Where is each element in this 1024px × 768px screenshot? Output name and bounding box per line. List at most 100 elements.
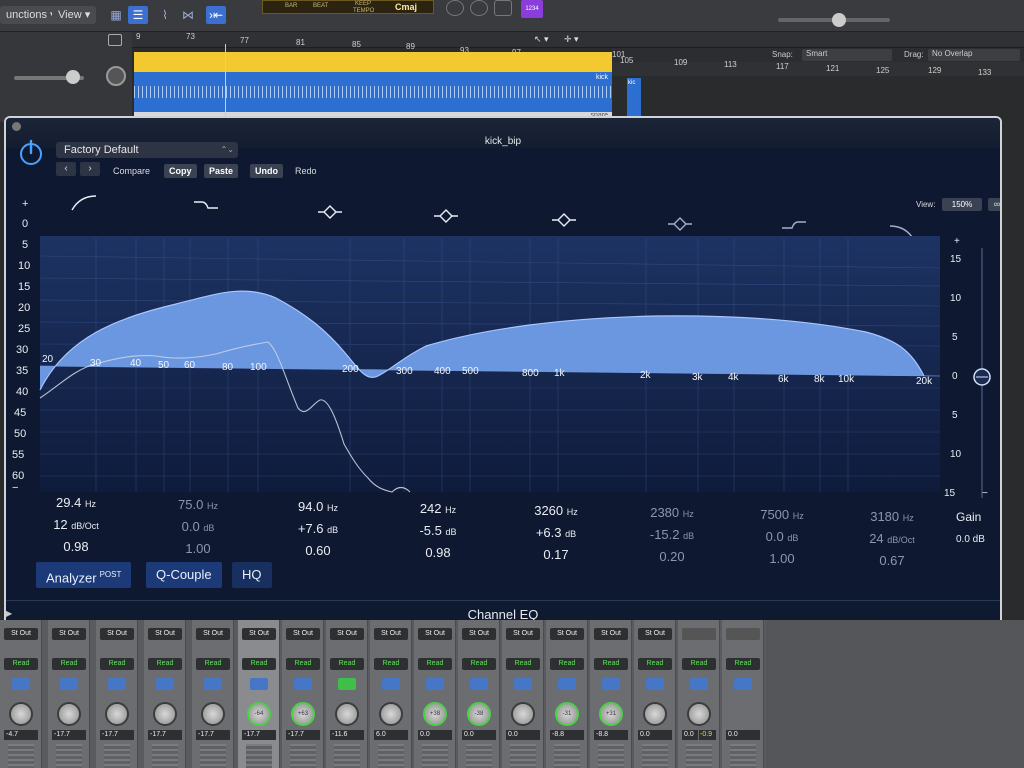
output-slot[interactable]: St Out bbox=[418, 628, 452, 640]
kick-region[interactable]: kick bbox=[134, 72, 612, 112]
volume-fader[interactable] bbox=[686, 744, 712, 768]
output-slot[interactable]: St Out bbox=[638, 628, 672, 640]
track-options-icon[interactable] bbox=[108, 34, 122, 46]
catch-playhead-icon[interactable]: ›⇤ bbox=[206, 6, 226, 24]
band-4-gain[interactable]: -5.5 dB bbox=[388, 520, 488, 542]
band-7-q[interactable]: 1.00 bbox=[732, 548, 832, 570]
eq-thumbnail-icon[interactable] bbox=[156, 678, 174, 690]
volume-fader[interactable] bbox=[510, 744, 536, 768]
pan-knob[interactable] bbox=[57, 702, 81, 726]
pan-knob[interactable]: -38 bbox=[467, 702, 491, 726]
volume-fader[interactable] bbox=[422, 744, 448, 768]
pointer-tool-icon[interactable]: ↖ ▾ bbox=[534, 34, 549, 45]
volume-fader[interactable] bbox=[378, 744, 404, 768]
output-slot[interactable]: St Out bbox=[550, 628, 584, 640]
automation-mode[interactable]: Read bbox=[330, 658, 364, 670]
eq-thumbnail-icon[interactable] bbox=[470, 678, 488, 690]
volume-value[interactable]: -17.7 bbox=[242, 730, 276, 740]
volume-fader[interactable] bbox=[554, 744, 580, 768]
band-8-freq[interactable]: 3180 Hz bbox=[842, 506, 942, 528]
automation-mode[interactable]: Read bbox=[638, 658, 672, 670]
automation-mode[interactable]: Read bbox=[594, 658, 628, 670]
volume-fader[interactable] bbox=[152, 744, 178, 768]
hq-button[interactable]: HQ bbox=[232, 562, 272, 588]
output-slot[interactable]: St Out bbox=[374, 628, 408, 640]
volume-value[interactable]: -17.7 bbox=[52, 730, 86, 740]
band-7-gain[interactable]: 0.0 dB bbox=[732, 526, 832, 548]
automation-mode[interactable]: Read bbox=[726, 658, 760, 670]
output-slot[interactable] bbox=[726, 628, 760, 640]
eq-thumbnail-icon[interactable] bbox=[426, 678, 444, 690]
bar-ruler[interactable]: 9 73 77 81 85 89 93 97 ↖ ▾ ✛ ▾ bbox=[132, 32, 1024, 57]
band-8-gain[interactable]: 24 dB/Oct bbox=[842, 528, 942, 550]
band-5-freq[interactable]: 3260 Hz bbox=[506, 500, 606, 522]
snap-select[interactable]: Smart bbox=[802, 49, 892, 61]
band-6-params[interactable]: 2380 Hz -15.2 dB 0.20 bbox=[622, 502, 722, 568]
band-3-params[interactable]: 94.0 Hz +7.6 dB 0.60 bbox=[268, 496, 368, 562]
band-3-freq[interactable]: 94.0 Hz bbox=[268, 496, 368, 518]
pan-knob[interactable]: +63 bbox=[291, 702, 315, 726]
band-6-q[interactable]: 0.20 bbox=[622, 546, 722, 568]
band-7-freq[interactable]: 7500 Hz bbox=[732, 504, 832, 526]
count-in-button[interactable]: 1234 bbox=[521, 0, 543, 18]
eq-thumbnail-icon[interactable] bbox=[734, 678, 752, 690]
band-2-q[interactable]: 1.00 bbox=[148, 538, 248, 560]
band-6-gain[interactable]: -15.2 dB bbox=[622, 524, 722, 546]
output-slot[interactable]: St Out bbox=[594, 628, 628, 640]
eq-thumbnail-icon[interactable] bbox=[250, 678, 268, 690]
pan-knob[interactable] bbox=[687, 702, 711, 726]
pan-knob[interactable] bbox=[201, 702, 225, 726]
track-pan-knob[interactable] bbox=[106, 66, 126, 86]
kick-region-small[interactable]: kic bbox=[627, 78, 641, 118]
tuner-icon[interactable] bbox=[470, 0, 488, 16]
pan-knob[interactable] bbox=[105, 702, 129, 726]
playhead[interactable] bbox=[225, 44, 226, 124]
volume-fader[interactable] bbox=[290, 744, 316, 768]
pan-knob[interactable] bbox=[379, 702, 403, 726]
master-gain-field[interactable]: 0.0 dB bbox=[956, 534, 985, 545]
eq-thumbnail-icon[interactable] bbox=[514, 678, 532, 690]
band-2-gain[interactable]: 0.0 dB bbox=[148, 516, 248, 538]
peak-value[interactable]: -0.9 bbox=[699, 730, 716, 740]
pan-knob[interactable]: +38 bbox=[423, 702, 447, 726]
band-1-q[interactable]: 0.98 bbox=[26, 536, 126, 558]
flex-icon[interactable]: ⋈ bbox=[178, 6, 198, 24]
band-8-q[interactable]: 0.67 bbox=[842, 550, 942, 572]
automation-mode[interactable]: Read bbox=[148, 658, 182, 670]
pan-knob[interactable] bbox=[9, 702, 33, 726]
automation-mode[interactable]: Read bbox=[418, 658, 452, 670]
solo-icon[interactable] bbox=[494, 0, 512, 16]
track-volume-thumb[interactable] bbox=[66, 70, 80, 84]
pan-knob[interactable]: -64 bbox=[247, 702, 271, 726]
automation-mode[interactable]: Read bbox=[550, 658, 584, 670]
eq-thumbnail-icon[interactable] bbox=[338, 678, 356, 690]
eq-thumbnail-icon[interactable] bbox=[204, 678, 222, 690]
band-7-params[interactable]: 7500 Hz 0.0 dB 1.00 bbox=[732, 504, 832, 570]
output-slot[interactable]: St Out bbox=[242, 628, 276, 640]
volume-value[interactable]: 0.0 bbox=[462, 730, 496, 740]
pan-knob[interactable] bbox=[153, 702, 177, 726]
band-2-params[interactable]: 75.0 Hz 0.0 dB 1.00 bbox=[148, 494, 248, 560]
volume-value[interactable]: -17.7 bbox=[148, 730, 182, 740]
list-view-icon[interactable]: ☰ bbox=[128, 6, 148, 24]
view-menu[interactable]: View ▾ bbox=[52, 6, 97, 24]
eq-thumbnail-icon[interactable] bbox=[602, 678, 620, 690]
volume-fader[interactable] bbox=[246, 744, 272, 768]
band-1-gain[interactable]: 12 dB/Oct bbox=[26, 514, 126, 536]
volume-fader[interactable] bbox=[334, 744, 360, 768]
pan-knob[interactable]: +31 bbox=[599, 702, 623, 726]
volume-fader[interactable] bbox=[642, 744, 668, 768]
band-3-gain[interactable]: +7.6 dB bbox=[268, 518, 368, 540]
grid-view-icon[interactable]: ▦ bbox=[106, 6, 126, 24]
band-1-freq[interactable]: 29.4 Hz bbox=[26, 492, 126, 514]
volume-value[interactable]: 0.0 bbox=[506, 730, 540, 740]
band-6-freq[interactable]: 2380 Hz bbox=[622, 502, 722, 524]
band-1-params[interactable]: 29.4 Hz 12 dB/Oct 0.98 bbox=[26, 492, 126, 558]
volume-fader[interactable] bbox=[8, 744, 34, 768]
output-slot[interactable]: St Out bbox=[52, 628, 86, 640]
volume-value[interactable]: -17.7 bbox=[100, 730, 134, 740]
volume-value[interactable]: 0.0 bbox=[418, 730, 452, 740]
output-slot[interactable]: St Out bbox=[100, 628, 134, 640]
eq-thumbnail-icon[interactable] bbox=[108, 678, 126, 690]
eq-thumbnail-icon[interactable] bbox=[60, 678, 78, 690]
